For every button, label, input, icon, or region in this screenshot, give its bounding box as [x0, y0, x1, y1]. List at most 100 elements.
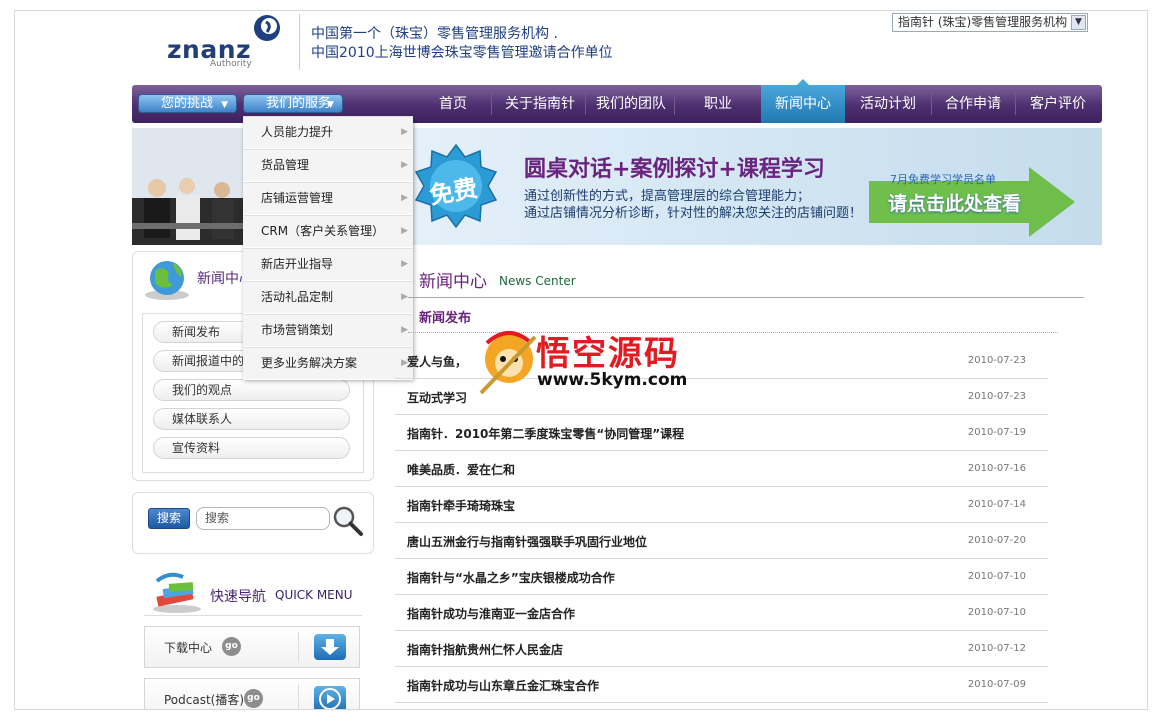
nav-item-about[interactable]: 关于指南针: [498, 85, 582, 123]
dropdown-item[interactable]: CRM（客户关系管理） ▶: [243, 215, 413, 248]
quick-menu-title: 快速导航: [210, 589, 266, 605]
dropdown-item[interactable]: 更多业务解决方案 ▶: [243, 347, 413, 380]
nav-separator: [1015, 93, 1016, 115]
news-date: 2010-07-23: [967, 391, 1026, 402]
go-icon[interactable]: go: [222, 637, 241, 656]
nav-item-news[interactable]: 新闻中心: [761, 79, 845, 123]
chevron-down-icon: ▼: [1071, 15, 1086, 30]
dropdown-item-label: CRM（客户关系管理）: [261, 224, 385, 238]
news-title-link[interactable]: 指南针．2010年第二季度珠宝零售“协同管理”课程: [407, 425, 684, 442]
quick-item-downloads-label: 下载中心: [164, 641, 213, 655]
chevron-down-icon: ▼: [221, 100, 228, 110]
news-section-title: 新闻发布: [419, 311, 472, 326]
news-row[interactable]: 指南针成功与山东章丘金汇珠宝合作 2010-07-09: [395, 667, 1048, 703]
promo-caption: 7月免费学习学员名单: [890, 173, 996, 186]
news-title-link[interactable]: 指南针成功与山东章丘金汇珠宝合作: [407, 677, 599, 694]
nav-item-reviews[interactable]: 客户评价: [1017, 85, 1099, 123]
news-date: 2010-07-12: [967, 643, 1026, 654]
chevron-right-icon: ▶: [401, 193, 408, 203]
quick-menu-divider: [144, 615, 362, 616]
news-date: 2010-07-23: [967, 355, 1026, 366]
dropdown-item[interactable]: 店铺运营管理 ▶: [243, 182, 413, 215]
services-dropdown: 人员能力提升 ▶ 货品管理 ▶ 店铺运营管理 ▶ CRM（客户关系管理） ▶ 新店开业指…: [243, 116, 413, 380]
news-row[interactable]: 指南针与“水晶之乡”宝庆银楼成功合作 2010-07-10: [395, 559, 1048, 595]
services-menu-button[interactable]: 我们的服务 ▼: [243, 94, 343, 113]
news-date: 2010-07-10: [967, 571, 1026, 582]
dropdown-item-label: 更多业务解决方案: [261, 356, 358, 370]
go-icon[interactable]: go: [244, 689, 263, 708]
search-button[interactable]: 搜索: [148, 508, 190, 529]
chevron-right-icon: ▶: [401, 259, 408, 269]
news-title-link[interactable]: 唐山五洲金行与指南针强强联手巩固行业地位: [407, 533, 647, 550]
news-row[interactable]: 指南针指航贵州仁怀人民金店 2010-07-12: [395, 631, 1048, 667]
news-row[interactable]: 指南针．2010年第二季度珠宝零售“协同管理”课程 2010-07-19: [395, 415, 1048, 451]
chevron-right-icon: ▶: [401, 325, 408, 335]
sidebar-item-brochures[interactable]: 宣传资料: [153, 437, 350, 459]
magnifier-icon[interactable]: [332, 505, 364, 537]
chevron-right-icon: ▶: [401, 127, 408, 137]
logo-swirl-icon: [254, 15, 280, 41]
nav-item-team[interactable]: 我们的团队: [590, 85, 672, 123]
sidebar-item-our-views[interactable]: 我们的观点: [153, 379, 350, 401]
news-date: 2010-07-20: [967, 535, 1026, 546]
dropdown-item-label: 货品管理: [261, 158, 310, 172]
site-select-value: 指南针 (珠宝)零售管理服务机构: [898, 15, 1068, 29]
news-date: 2010-07-10: [967, 607, 1026, 618]
news-row[interactable]: 指南针成功与淮南亚一金店合作 2010-07-10: [395, 595, 1048, 631]
sidebar-item-media-contacts[interactable]: 媒体联系人: [153, 408, 350, 430]
dropdown-item[interactable]: 新店开业指导 ▶: [243, 248, 413, 281]
dropdown-item-label: 活动礼品定制: [261, 290, 334, 304]
dropdown-item[interactable]: 货品管理 ▶: [243, 149, 413, 182]
dropdown-item[interactable]: 人员能力提升 ▶: [243, 116, 413, 149]
dropdown-item-label: 市场营销策划: [261, 323, 334, 337]
dropdown-item[interactable]: 市场营销策划 ▶: [243, 314, 413, 347]
dropdown-item[interactable]: 活动礼品定制 ▶: [243, 281, 413, 314]
news-date: 2010-07-16: [967, 463, 1026, 474]
header-divider: [299, 14, 300, 70]
news-title-link[interactable]: 指南针牵手琦琦珠宝: [407, 497, 515, 514]
chevron-right-icon: ▶: [401, 226, 408, 236]
watermark-text: 悟空源码: [536, 334, 680, 374]
nav-item-home[interactable]: 首页: [418, 85, 488, 123]
tagline-line-2: 中国2010上海世博会珠宝零售管理邀请合作单位: [311, 45, 613, 61]
nav-item-careers[interactable]: 职业: [677, 85, 759, 123]
nav-separator: [931, 93, 932, 115]
download-icon[interactable]: [314, 634, 346, 660]
challenge-menu-button[interactable]: 您的挑战 ▼: [138, 94, 237, 113]
play-icon[interactable]: [314, 686, 346, 709]
watermark-url: www.5kym.com: [537, 370, 688, 390]
books-icon: [153, 572, 201, 613]
chevron-down-icon: ▼: [327, 100, 334, 110]
site-select[interactable]: 指南针 (珠宝)零售管理服务机构 ▼: [892, 13, 1088, 32]
news-title-link[interactable]: 指南针与“水晶之乡”宝庆银楼成功合作: [407, 569, 615, 586]
banner-line-2: 通过店铺情况分析诊断，针对性的解决您关注的店铺问题！: [524, 206, 863, 221]
search-input[interactable]: 搜索: [196, 507, 330, 530]
nav-separator: [585, 93, 586, 115]
news-date: 2010-07-19: [967, 427, 1026, 438]
news-title-link[interactable]: 互动式学习: [407, 389, 467, 406]
services-menu-label: 我们的服务: [266, 96, 332, 111]
news-title-link[interactable]: 指南针成功与淮南亚一金店合作: [407, 605, 575, 622]
globe-icon: [145, 261, 189, 300]
news-title-link[interactable]: 指南针指航贵州仁怀人民金店: [407, 641, 563, 658]
news-title-link[interactable]: 唯美品质．爱在仁和: [407, 461, 515, 478]
quick-card-divider: [298, 632, 299, 662]
promo-link[interactable]: 请点击此处查看: [888, 189, 1021, 216]
chevron-right-icon: ▶: [401, 160, 408, 170]
news-date: 2010-07-14: [967, 499, 1026, 510]
nav-separator: [674, 93, 675, 115]
news-row[interactable]: 指南针牵手琦琦珠宝 2010-07-14: [395, 487, 1048, 523]
chevron-right-icon: ▶: [401, 292, 408, 302]
quick-menu-subtitle: QUICK MENU: [275, 588, 353, 602]
news-row[interactable]: 唯美品质．爱在仁和 2010-07-16: [395, 451, 1048, 487]
nav-item-cooperation[interactable]: 合作申请: [933, 85, 1013, 123]
dropdown-item-label: 人员能力提升: [261, 125, 334, 139]
nav-item-events[interactable]: 活动计划: [847, 85, 929, 123]
news-row[interactable]: 唐山五洲金行与指南针强强联手巩固行业地位 2010-07-20: [395, 523, 1048, 559]
dropdown-item-label: 店铺运营管理: [261, 191, 334, 205]
dropdown-item-label: 新店开业指导: [261, 257, 334, 271]
banner-title: 圆桌对话+案例探讨+课程学习: [524, 157, 825, 182]
news-center-subtitle: News Center: [499, 274, 576, 288]
quick-card-divider: [298, 684, 299, 709]
news-title-link[interactable]: 爱人与鱼，: [407, 353, 467, 370]
